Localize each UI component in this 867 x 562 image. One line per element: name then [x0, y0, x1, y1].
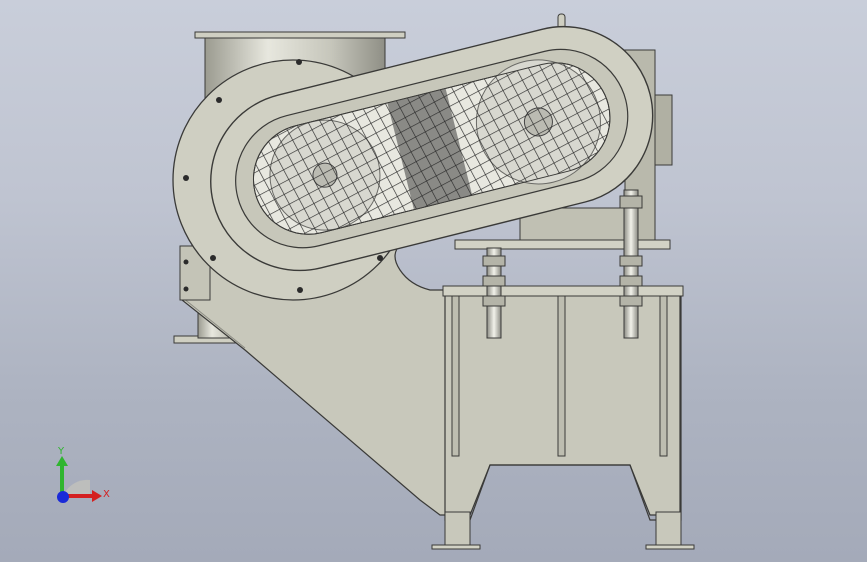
x-axis-label: X [103, 489, 110, 500]
machine-model[interactable]: Y X [0, 0, 867, 562]
z-axis-icon [57, 491, 69, 503]
cad-viewport[interactable]: Y X [0, 0, 867, 562]
y-axis-label: Y [57, 446, 65, 457]
coordinate-triad: Y X [56, 446, 110, 503]
